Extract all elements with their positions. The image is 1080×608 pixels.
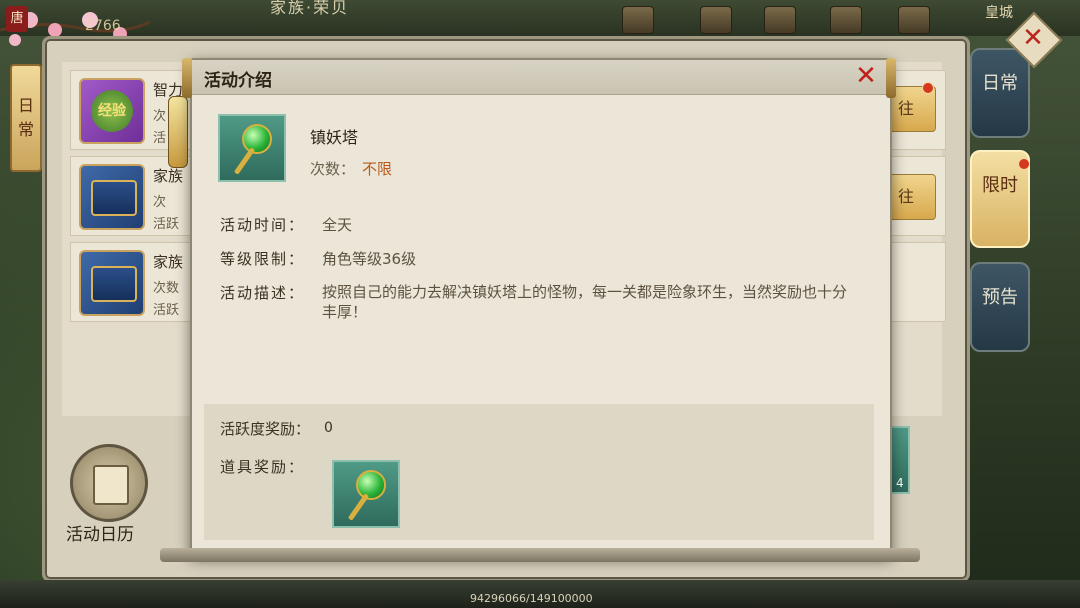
hud-flag-icon[interactable] [830,6,862,34]
combat-power: 2766 [85,18,121,34]
hud-tower-icon[interactable] [764,6,796,34]
lantern-decoration [168,96,188,168]
list-item-count: 次 [153,109,167,124]
jade-scepter-icon[interactable] [332,460,400,528]
chest-icon [79,164,145,230]
top-hud-title: 家族·荣贝 [270,0,350,17]
list-item-title: 家族 [153,167,184,185]
list-item-activity: 活跃 [153,303,180,318]
count-label: 次数： [310,160,356,178]
list-item-activity: 活 [153,131,167,146]
item-reward-label: 道具奖励： [220,458,306,476]
activity-reward-value: 0 [324,420,333,436]
dialog-title: 活动介绍 [204,71,272,91]
calendar-scroll-icon[interactable] [70,444,148,522]
list-item-count: 次 [153,195,167,210]
header-cap-right [886,58,896,98]
description-label: 活动描述： [220,284,306,302]
list-item-title: 家族 [153,253,184,271]
list-item-count: 次数 [153,281,180,296]
activity-time-label: 活动时间： [220,216,306,234]
notification-dot [1018,158,1030,170]
dialog-base-decoration [160,548,920,562]
count-value: 不限 [362,160,393,178]
close-icon: ✕ [1022,23,1044,53]
reward-item-count: 4 [896,476,904,490]
experience-text: 94296066/149100000 [470,592,593,605]
chest-icon [79,250,145,316]
level-limit-label: 等级限制： [220,250,306,268]
server-name: 皇城 [985,5,1013,21]
dialog-close-button[interactable]: ✕ [850,62,882,90]
level-limit-value: 角色等级36级 [322,250,417,268]
left-daily-tab[interactable]: 日常 [10,64,42,172]
jade-scepter-icon [218,114,286,182]
close-icon: ✕ [855,61,877,91]
description-value: 按照自己的能力去解决镇妖塔上的怪物，每一关都是险象环生，当然奖励也十分丰厚！ [322,283,848,321]
calendar-label: 活动日历 [66,525,134,545]
list-item-activity: 活跃 [153,217,180,232]
activity-reward-label: 活跃度奖励： [220,420,311,438]
hud-building-icon[interactable] [622,6,654,34]
activity-name: 镇妖塔 [310,128,359,147]
faction-tag: 唐 [6,6,28,32]
tab-preview[interactable]: 预告 [970,262,1030,352]
hud-scroll-icon[interactable] [898,6,930,34]
exp-badge-icon: 经验 [79,78,145,144]
dialog-header [192,60,886,95]
hud-shield-icon[interactable] [700,6,732,34]
notification-dot [922,82,934,94]
activity-time-value: 全天 [322,216,353,234]
tab-daily[interactable]: 日常 [970,48,1030,138]
header-cap-left [182,58,192,98]
